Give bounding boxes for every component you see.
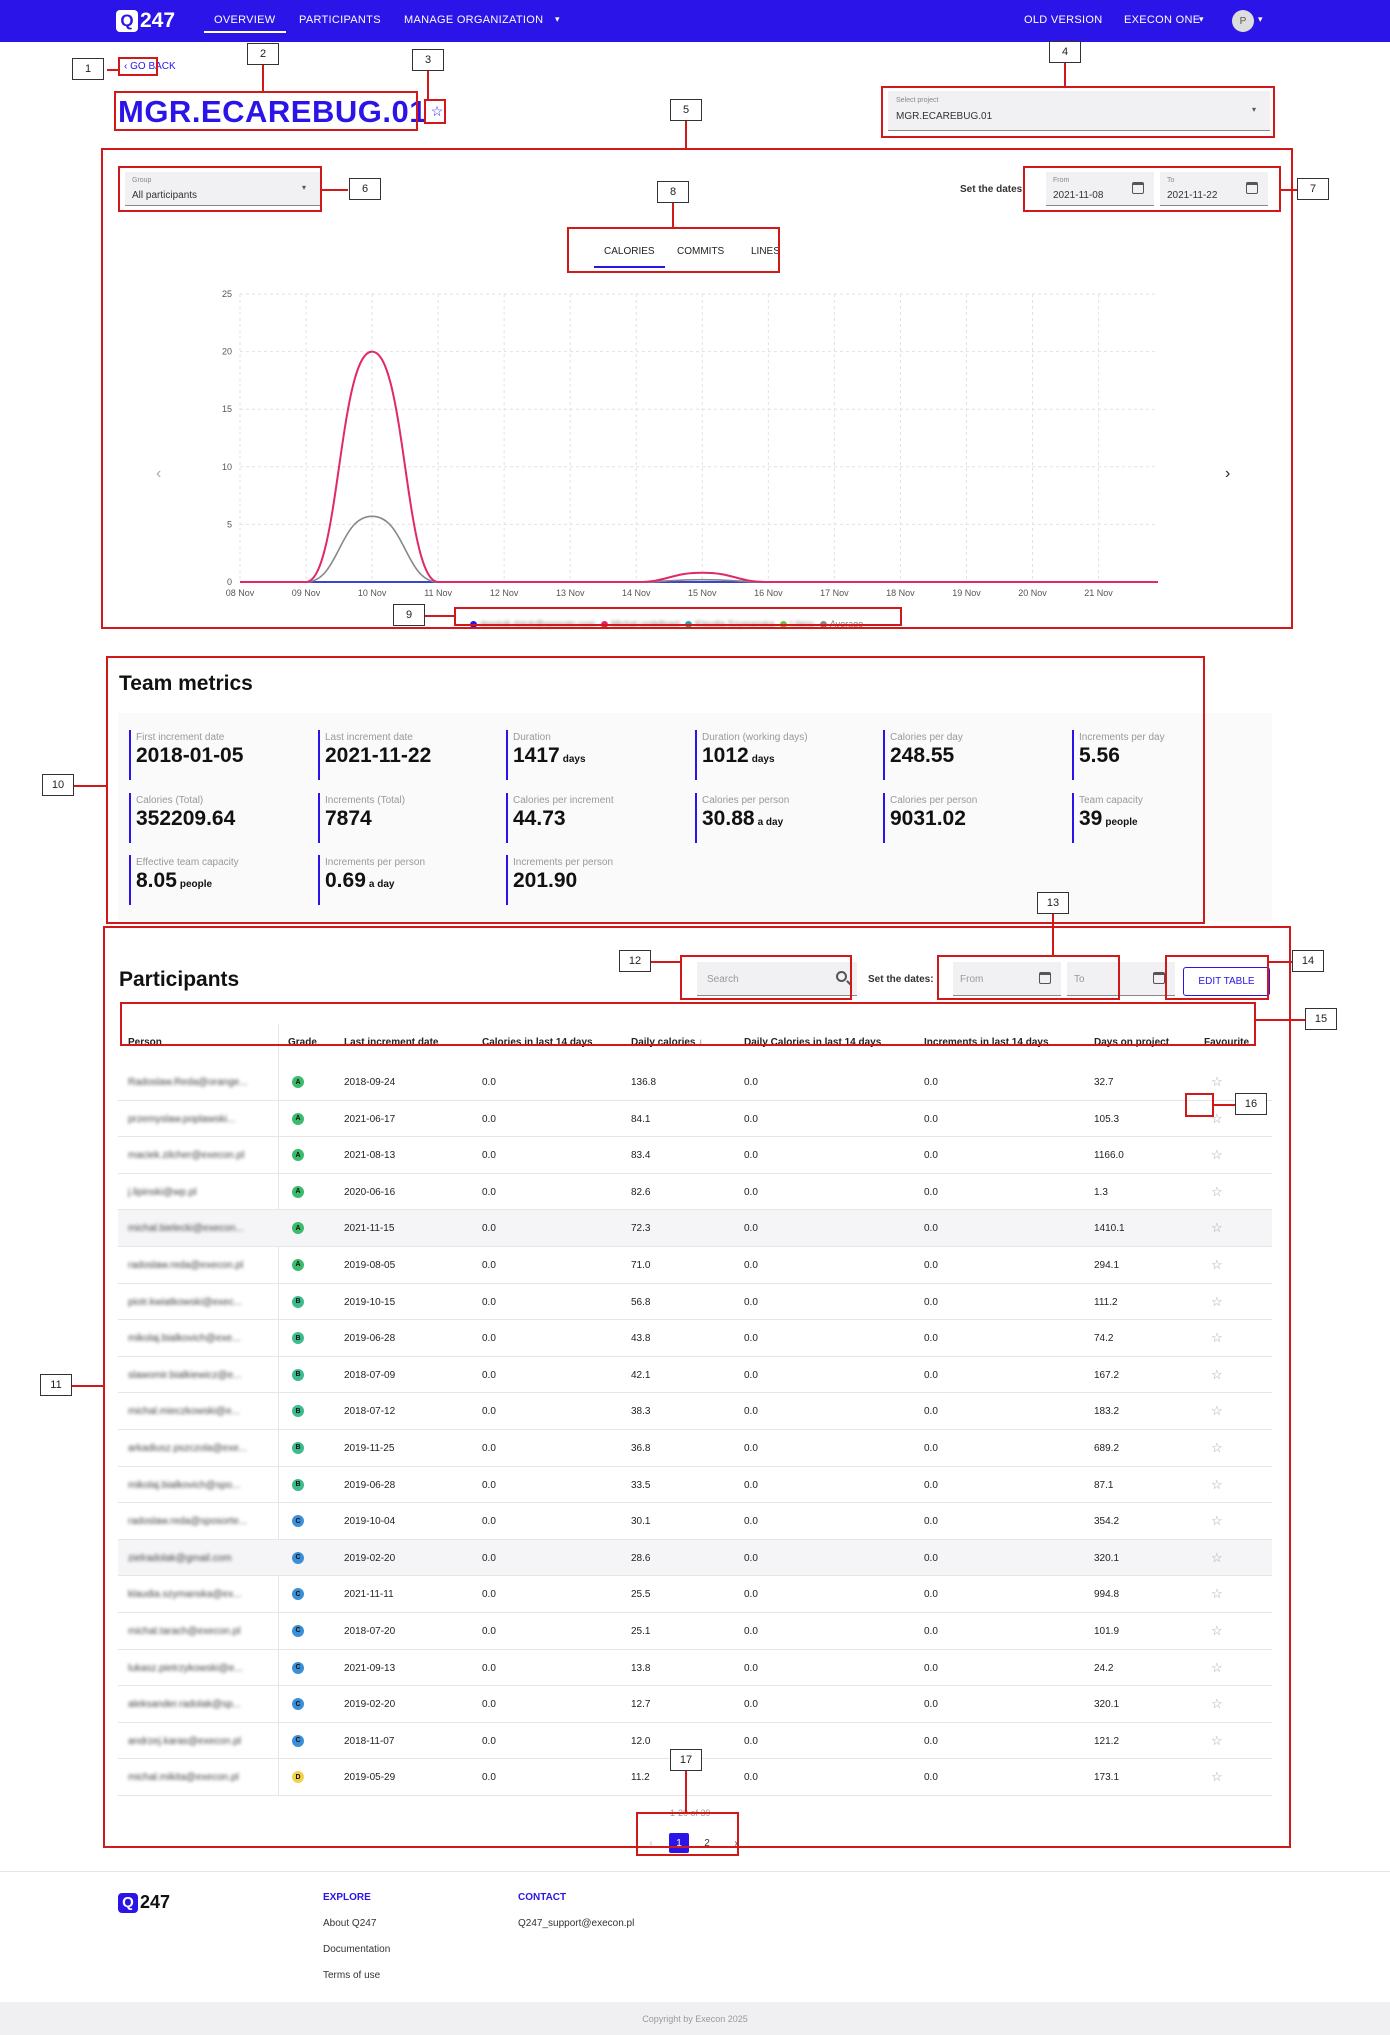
annotation-box (118, 57, 158, 76)
avatar[interactable]: P (1232, 10, 1254, 32)
annotation-connector (1269, 961, 1292, 963)
annotation-box (1185, 1093, 1214, 1117)
nav-old-version[interactable]: OLD VERSION (1024, 14, 1103, 26)
chevron-down-icon: ▾ (555, 14, 560, 24)
annotation-connector (107, 69, 119, 71)
annotation-connector (72, 1385, 105, 1387)
annotation-box (424, 99, 446, 124)
annotation-number: 11 (40, 1374, 72, 1396)
annotation-box (106, 656, 1205, 924)
copyright-text: Copyright by Execon 2025 (642, 2014, 748, 2024)
annotation-number: 10 (42, 774, 74, 796)
annotation-number: 3 (412, 49, 444, 71)
footer-divider (0, 1871, 1390, 1872)
annotation-box (937, 955, 1120, 1000)
footer-logo: Q 247 (118, 1892, 170, 1913)
chevron-down-icon: ▾ (1258, 14, 1263, 24)
annotation-number: 14 (1292, 950, 1324, 972)
footer-contact-email[interactable]: Q247_support@execon.pl (518, 1918, 634, 1929)
footer-logo-text: 247 (140, 1892, 171, 1912)
footer-explore-title: EXPLORE (323, 1892, 371, 1903)
annotation-box (101, 148, 1293, 629)
q-logo-icon: Q (118, 1892, 138, 1913)
annotation-number: 7 (1297, 178, 1329, 200)
annotation-connector (1256, 1019, 1305, 1021)
annotation-number: 17 (670, 1749, 702, 1771)
annotation-number: 8 (657, 181, 689, 203)
annotation-connector (427, 71, 429, 101)
footer-link-documentation[interactable]: Documentation (323, 1944, 390, 1955)
annotation-box (118, 166, 322, 212)
footer-link-about[interactable]: About Q247 (323, 1918, 376, 1929)
annotation-box (1023, 166, 1281, 212)
annotation-number: 13 (1037, 892, 1069, 914)
annotation-number: 2 (247, 43, 279, 65)
annotation-box (114, 91, 418, 131)
annotation-box (881, 86, 1275, 138)
annotation-number: 16 (1235, 1093, 1267, 1115)
annotation-box (636, 1812, 739, 1856)
nav-overview[interactable]: OVERVIEW (204, 14, 285, 33)
annotation-box (103, 926, 1291, 1848)
annotation-connector (425, 615, 455, 617)
q247-logo[interactable]: Q 247 (116, 9, 175, 33)
annotation-number: 4 (1049, 41, 1081, 63)
annotation-connector (1281, 189, 1297, 191)
nav-manage-organization[interactable]: MANAGE ORGANIZATION (404, 14, 543, 26)
annotation-number: 6 (349, 178, 381, 200)
annotation-box (680, 955, 852, 1000)
chevron-down-icon: ▾ (1199, 14, 1204, 24)
nav-participants[interactable]: PARTICIPANTS (299, 14, 381, 26)
footer-link-terms[interactable]: Terms of use (323, 1970, 380, 1981)
annotation-connector (1052, 914, 1054, 957)
annotation-connector (74, 785, 108, 787)
footer-contact-title: CONTACT (518, 1892, 567, 1903)
annotation-connector (1214, 1104, 1235, 1106)
logo-text: 247 (140, 9, 176, 32)
annotation-number: 5 (670, 99, 702, 121)
annotation-connector (685, 121, 687, 150)
annotation-box (1165, 955, 1269, 1000)
annotation-box (454, 607, 902, 626)
top-nav-bar: Q 247 OVERVIEW PARTICIPANTS MANAGE ORGANI… (0, 0, 1390, 42)
copyright-bar: Copyright by Execon 2025 (0, 2002, 1390, 2035)
annotation-connector (322, 189, 348, 191)
annotation-number: 15 (1305, 1008, 1337, 1030)
annotation-connector (1064, 63, 1066, 87)
q-logo-icon: Q (116, 10, 138, 32)
annotation-box (567, 227, 780, 273)
annotation-connector (651, 961, 681, 963)
annotation-number: 9 (393, 604, 425, 626)
org-switcher[interactable]: EXECON ONE (1124, 14, 1200, 26)
annotation-connector (685, 1771, 687, 1813)
annotation-box (120, 1002, 1256, 1046)
annotation-connector (672, 203, 674, 229)
annotation-number: 1 (72, 58, 104, 80)
annotation-number: 12 (619, 950, 651, 972)
annotation-connector (262, 65, 264, 93)
